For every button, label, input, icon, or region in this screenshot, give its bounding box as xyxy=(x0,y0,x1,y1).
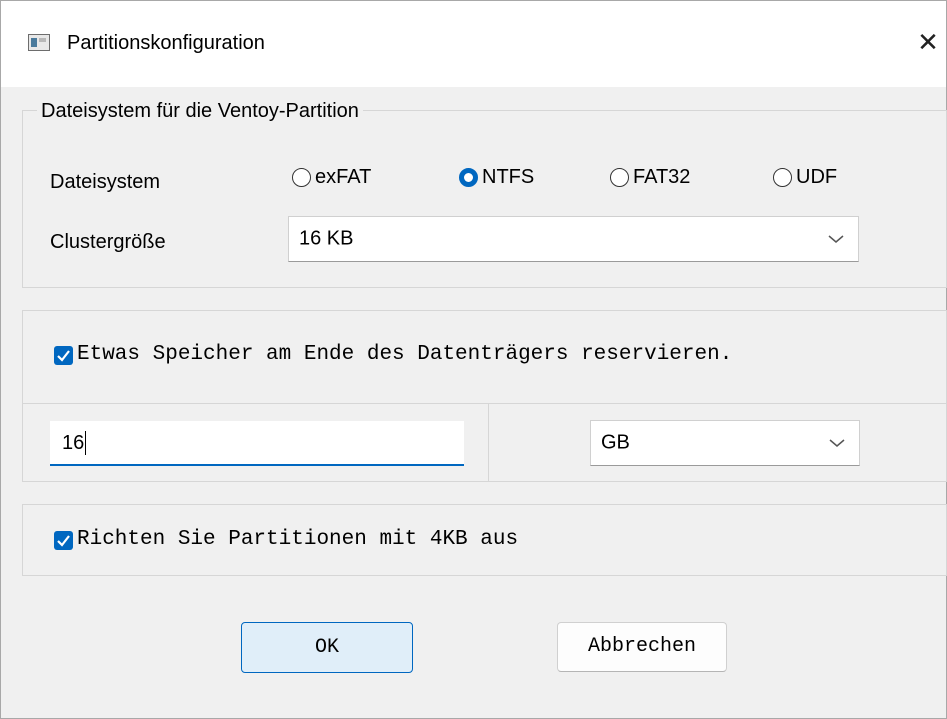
radio-udf[interactable]: UDF xyxy=(773,163,837,191)
cluster-size-select[interactable]: 16 KB xyxy=(288,216,859,262)
radio-fat32[interactable]: FAT32 xyxy=(610,163,690,191)
align-4kb-checkbox[interactable]: Richten Sie Partitionen mit 4KB aus xyxy=(54,528,518,552)
filesystem-label: Dateisystem xyxy=(50,171,161,193)
close-icon[interactable]: ✕ xyxy=(914,28,942,56)
radio-label: UDF xyxy=(796,166,838,188)
radio-label: FAT32 xyxy=(633,166,691,188)
checkbox-checked xyxy=(54,530,73,550)
app-window-icon xyxy=(28,34,50,51)
ok-button[interactable]: OK xyxy=(241,622,413,673)
checkmark-icon xyxy=(57,534,70,547)
radio-label: NTFS xyxy=(482,166,535,188)
radio-circle-selected xyxy=(459,167,478,187)
reserve-size-value: 16 xyxy=(62,432,85,454)
radio-label: exFAT xyxy=(315,166,372,188)
chevron-down-icon xyxy=(828,235,844,243)
radio-circle xyxy=(610,167,629,187)
window-title: Partitionskonfiguration xyxy=(67,32,265,54)
radio-circle xyxy=(773,167,792,187)
reserve-unit-select[interactable]: GB xyxy=(590,420,860,466)
radio-ntfs[interactable]: NTFS xyxy=(459,163,534,191)
reserve-unit-value: GB xyxy=(601,431,630,454)
reserve-size-input[interactable]: 16 xyxy=(50,421,464,466)
title-bar: Partitionskonfiguration ✕ xyxy=(1,1,946,87)
chevron-down-icon xyxy=(829,439,845,447)
cancel-button[interactable]: Abbrechen xyxy=(557,622,727,672)
cluster-size-label: Clustergröße xyxy=(50,231,166,253)
reserve-space-checkbox[interactable]: Etwas Speicher am Ende des Datenträgers … xyxy=(54,343,732,367)
filesystem-group-title: Dateisystem für die Ventoy-Partition xyxy=(37,99,363,123)
radio-circle xyxy=(292,167,311,187)
divider xyxy=(488,404,489,482)
divider xyxy=(22,403,947,404)
reserve-space-label: Etwas Speicher am Ende des Datenträgers … xyxy=(77,343,733,366)
align-4kb-label: Richten Sie Partitionen mit 4KB aus xyxy=(77,528,519,551)
cluster-size-value: 16 KB xyxy=(299,227,354,250)
checkbox-checked xyxy=(54,345,73,365)
text-caret xyxy=(85,431,87,455)
radio-exfat[interactable]: exFAT xyxy=(292,163,371,191)
checkmark-icon xyxy=(57,349,70,362)
